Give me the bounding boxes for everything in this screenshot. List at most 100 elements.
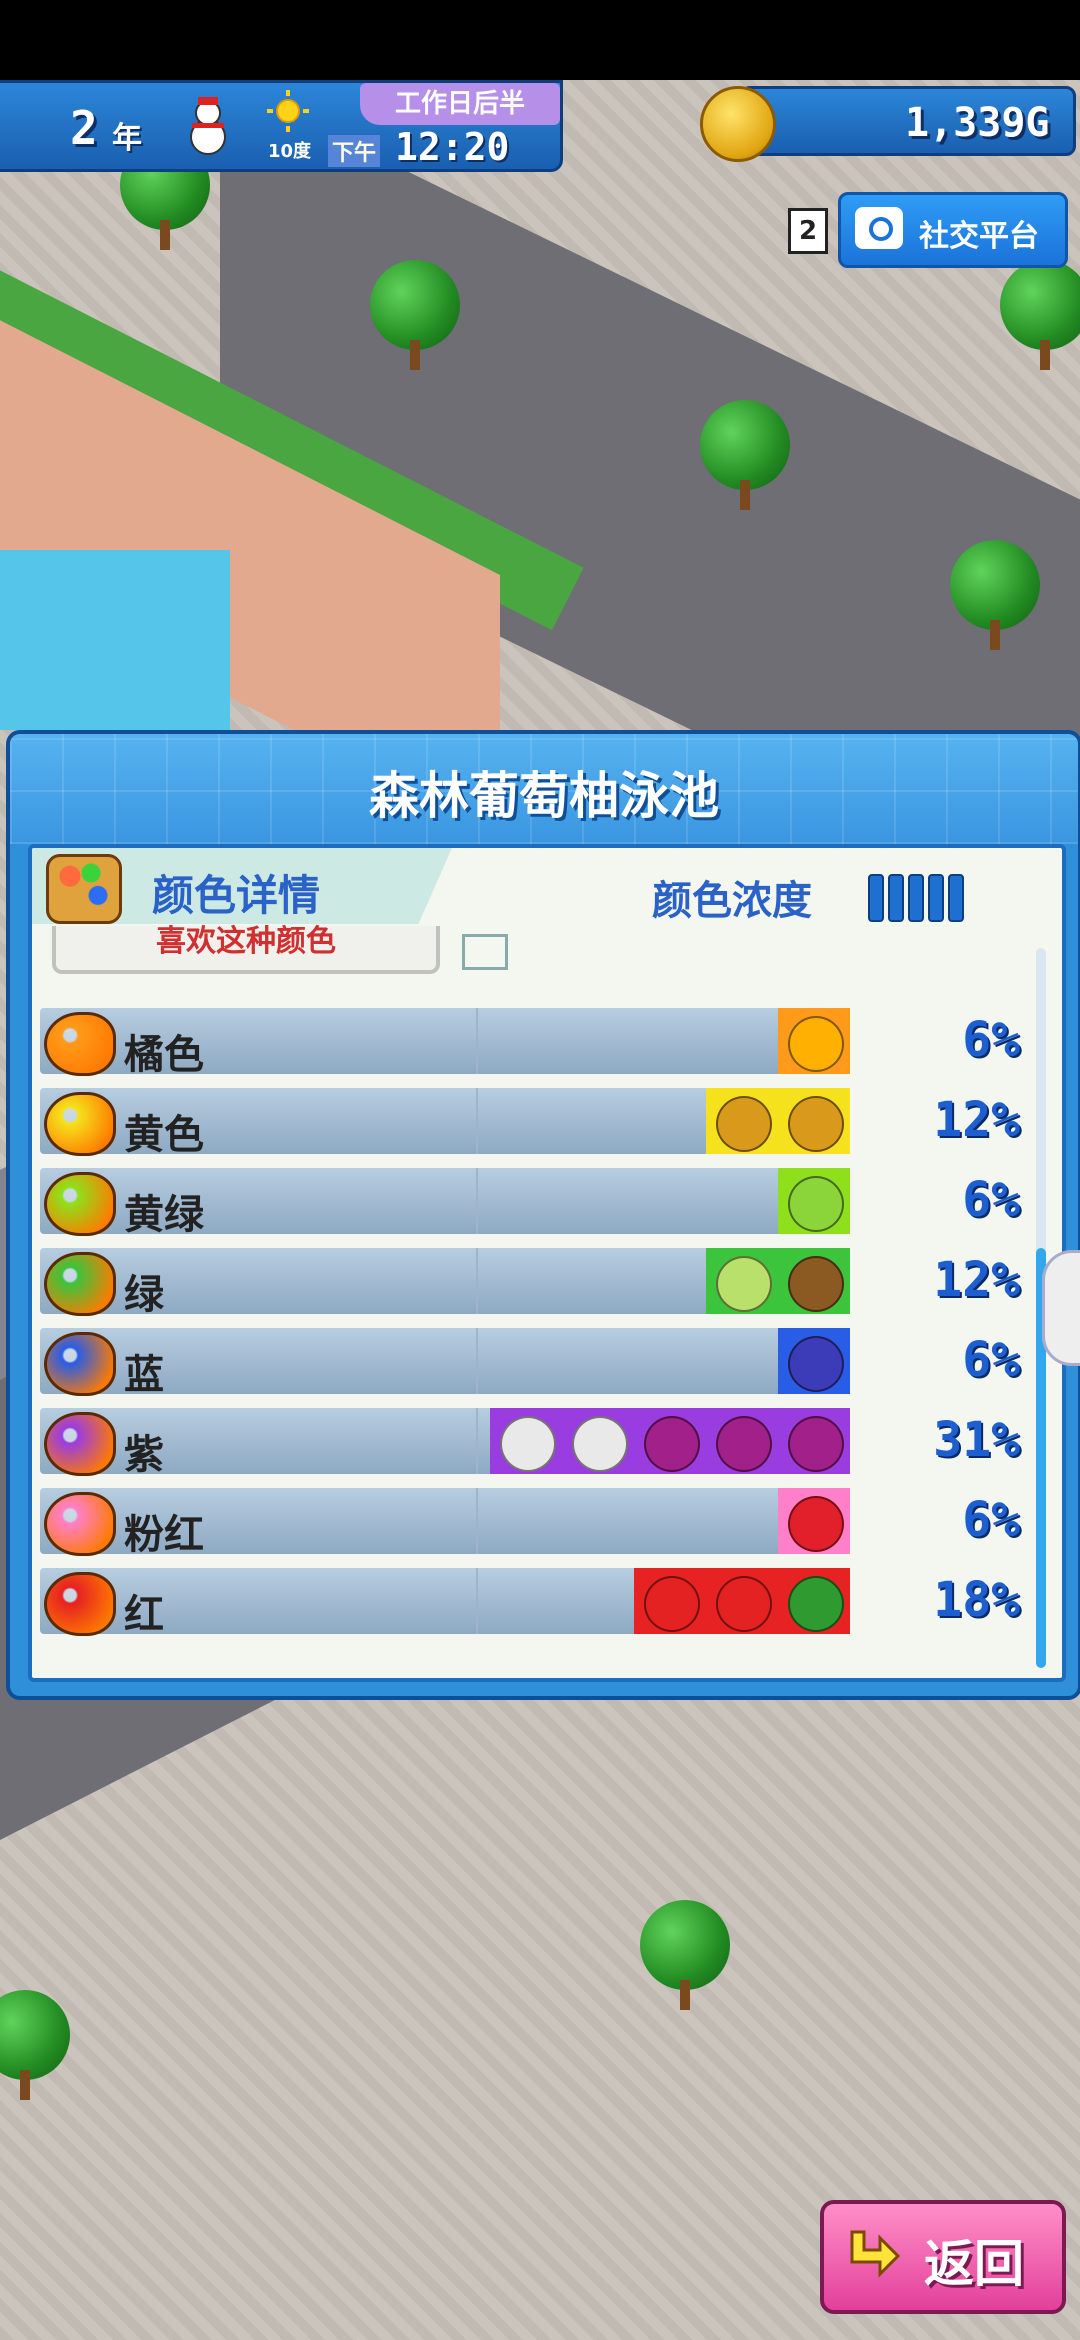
color-percent: 6%	[962, 1012, 1020, 1068]
color-percent: 6%	[962, 1172, 1020, 1228]
density-segment	[868, 874, 884, 922]
color-bar: 橘色	[40, 1008, 850, 1078]
color-row: 黄色 12%	[40, 1082, 1020, 1162]
blueberry-icon	[778, 1328, 850, 1394]
density-segment	[888, 874, 904, 922]
color-detail-tab: 颜色详情	[32, 848, 452, 924]
sun-icon	[267, 90, 309, 132]
color-bead-icon	[44, 1172, 116, 1236]
color-percent: 18%	[933, 1572, 1020, 1628]
color-density-meter	[868, 874, 964, 922]
color-bead-icon	[44, 1572, 116, 1636]
color-list: 橘色 6% 黄色 12% 黄绿 6% 绿 12% 蓝 6% 紫 31% 粉红 6% 红 18%	[40, 1002, 1020, 1642]
jar-icon	[562, 1408, 634, 1474]
fruit-list	[634, 1568, 850, 1634]
pineapple-icon	[778, 1088, 850, 1154]
social-platform-label: 社交平台	[919, 219, 1039, 254]
social-platform-button[interactable]: 社交平台	[838, 192, 1068, 268]
camera-icon	[855, 207, 903, 249]
color-row: 绿 12%	[40, 1242, 1020, 1322]
color-label: 黄绿	[124, 1192, 204, 1238]
temperature-label: 10度	[268, 141, 312, 162]
color-bar: 黄色	[40, 1088, 850, 1158]
fruit-list	[706, 1088, 850, 1154]
color-bead-icon	[44, 1012, 116, 1076]
fruit-list	[778, 1328, 850, 1394]
color-bar: 黄绿	[40, 1168, 850, 1238]
panel-content[interactable]: 颜色详情 颜色浓度 喜欢这种颜色 橘色 6% 黄色 12% 黄绿 6% 绿 12% 蓝 6% 紫 31…	[28, 844, 1066, 1682]
grape-icon	[778, 1408, 850, 1474]
panel-title: 森林葡萄柚泳池	[369, 767, 719, 825]
kiwi-slice-icon	[706, 1248, 778, 1314]
color-bead-icon	[44, 1092, 116, 1156]
ribbon-icon	[462, 934, 508, 970]
color-row: 黄绿 6%	[40, 1162, 1020, 1242]
like-color-button[interactable]: 喜欢这种颜色	[52, 924, 440, 974]
period-tag: 工作日后半	[360, 83, 560, 125]
grape-icon	[706, 1408, 778, 1474]
ampm-label: 下午	[328, 135, 381, 167]
color-label: 红	[124, 1592, 164, 1638]
density-segment	[908, 874, 924, 922]
palette-icon	[46, 854, 122, 924]
kiwi-icon	[778, 1248, 850, 1314]
density-segment	[948, 874, 964, 922]
color-label: 黄色	[124, 1112, 204, 1158]
density-segment	[928, 874, 944, 922]
color-row: 蓝 6%	[40, 1322, 1020, 1402]
color-bar: 紫	[40, 1408, 850, 1478]
grape-icon	[634, 1408, 706, 1474]
back-button[interactable]: 返回	[820, 2200, 1066, 2314]
status-bar-area	[0, 0, 1080, 80]
fruit-list	[778, 1008, 850, 1074]
apple-icon	[706, 1568, 778, 1634]
clock-time: 12:20	[395, 125, 510, 169]
snowman-icon	[190, 97, 226, 155]
color-bar: 绿	[40, 1248, 850, 1318]
color-row: 红 18%	[40, 1562, 1020, 1642]
color-detail-label: 颜色详情	[152, 871, 321, 920]
year-unit: 年	[112, 121, 142, 156]
color-percent: 6%	[962, 1332, 1020, 1388]
color-percent: 31%	[933, 1412, 1020, 1468]
color-row: 紫 31%	[40, 1402, 1020, 1482]
color-percent: 6%	[962, 1492, 1020, 1548]
apple-icon	[634, 1568, 706, 1634]
color-label: 紫	[124, 1432, 164, 1478]
color-bead-icon	[44, 1412, 116, 1476]
color-bead-icon	[44, 1492, 116, 1556]
pear-icon	[778, 1168, 850, 1234]
color-bead-icon	[44, 1252, 116, 1316]
color-label: 蓝	[124, 1352, 164, 1398]
color-bar: 红	[40, 1568, 850, 1638]
fruit-list	[778, 1168, 850, 1234]
strawberry-icon	[778, 1488, 850, 1554]
back-label: 返回	[924, 2235, 1024, 2293]
color-bar: 蓝	[40, 1328, 850, 1398]
color-row: 橘色 6%	[40, 1002, 1020, 1082]
year-value: 2	[70, 101, 98, 155]
color-percent: 12%	[933, 1092, 1020, 1148]
money-value: 1,339G	[905, 100, 1050, 146]
color-row: 粉红 6%	[40, 1482, 1020, 1562]
time-hud[interactable]: 2 年 10度 工作日后半 下午 12:20	[0, 80, 563, 172]
color-label: 橘色	[124, 1032, 204, 1078]
coin-icon	[700, 86, 776, 162]
color-detail-panel: 森林葡萄柚泳池 颜色详情 颜色浓度 喜欢这种颜色 橘色 6% 黄色 12% 黄绿 6% 绿 1…	[6, 730, 1080, 1700]
color-bead-icon	[44, 1332, 116, 1396]
floating-side-button[interactable]	[1042, 1250, 1080, 1366]
orange-icon	[778, 1008, 850, 1074]
fruit-list	[706, 1248, 850, 1314]
color-density-label: 颜色浓度	[652, 878, 812, 924]
jar-icon	[490, 1408, 562, 1474]
social-count-badge: 2	[788, 208, 828, 254]
watermelon-icon	[778, 1568, 850, 1634]
color-percent: 12%	[933, 1252, 1020, 1308]
back-arrow-icon	[850, 2230, 901, 2278]
fruit-list	[778, 1488, 850, 1554]
color-label: 绿	[124, 1272, 164, 1318]
color-bar: 粉红	[40, 1488, 850, 1558]
like-color-label: 喜欢这种颜色	[156, 924, 336, 959]
pineapple-icon	[706, 1088, 778, 1154]
fruit-list	[490, 1408, 850, 1474]
